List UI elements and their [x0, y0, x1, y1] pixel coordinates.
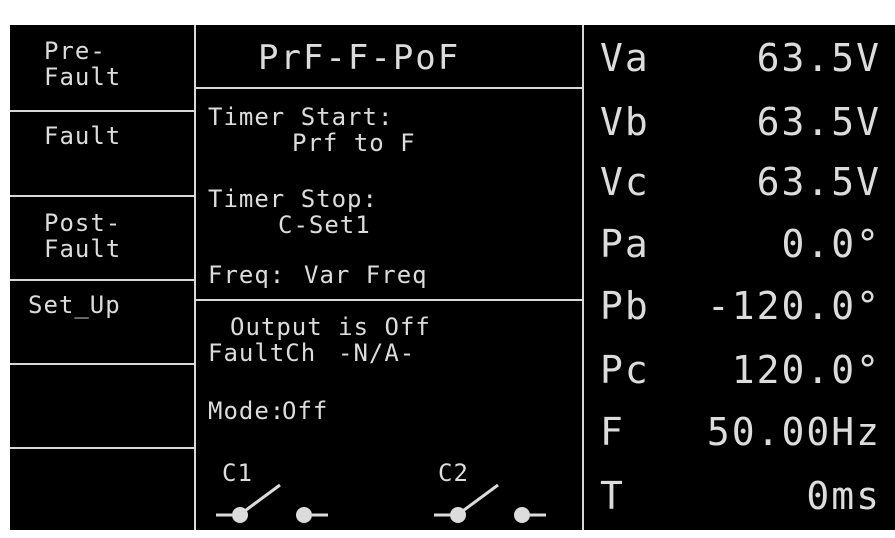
softkey-postfault[interactable]: Post- Fault	[10, 197, 194, 279]
readout-vc: Vc 63.5V	[584, 149, 895, 211]
contact-c1-switch-icon	[216, 483, 328, 523]
timer-stop-label: Timer Stop:	[208, 185, 378, 213]
readout-pb: Pb -120.0°	[584, 273, 895, 335]
readout-f-label: F	[600, 410, 625, 454]
readout-vb: Vb 63.5V	[584, 87, 895, 149]
readout-pa-label: Pa	[600, 222, 650, 266]
mode-label: Mode:	[208, 397, 286, 425]
readout-va-label: Va	[600, 36, 650, 80]
freq-label: Freq:	[208, 261, 286, 289]
softkey-setup-line1: Set_Up	[28, 291, 121, 319]
readout-vb-label: Vb	[600, 100, 650, 144]
readout-pb-label: Pb	[600, 284, 650, 328]
contact-c2-switch-icon	[434, 483, 546, 523]
output-status: Output is Off	[230, 313, 431, 341]
timer-stop-value: C-Set1	[278, 211, 371, 239]
readout-vc-value: 63.5V	[756, 160, 881, 204]
softkey-fault[interactable]: Fault	[10, 112, 194, 195]
readout-va: Va 63.5V	[584, 25, 895, 87]
readout-vc-label: Vc	[600, 160, 650, 204]
softkey-blank-6[interactable]	[10, 449, 194, 530]
sequence-title: PrF-F-PoF	[258, 38, 461, 78]
softkey-postfault-line1: Post-	[44, 209, 122, 237]
timer-start-value: Prf to F	[292, 129, 416, 157]
faultch-label: FaultCh	[208, 339, 317, 367]
readout-f: F 50.00Hz	[584, 397, 895, 459]
readout-t-value: 0ms	[806, 474, 881, 518]
softkey-prefault[interactable]: Pre- Fault	[10, 25, 194, 110]
softkey-prefault-line1: Pre-	[44, 37, 106, 65]
timer-start-label: Timer Start:	[208, 103, 394, 131]
readout-vb-value: 63.5V	[756, 100, 881, 144]
readout-f-value: 50.00Hz	[706, 410, 881, 454]
readout-t-label: T	[600, 474, 625, 518]
softkey-fault-line1: Fault	[44, 122, 122, 150]
readout-pc-value: 120.0°	[731, 348, 881, 392]
softkey-postfault-line2: Fault	[44, 235, 122, 263]
divider-left	[194, 25, 196, 530]
faultch-value: -N/A-	[338, 339, 416, 367]
freq-value: Var Freq	[304, 261, 428, 289]
readout-pa-value: 0.0°	[781, 222, 881, 266]
readout-va-value: 63.5V	[756, 36, 881, 80]
readout-pb-value: -120.0°	[706, 284, 881, 328]
readout-pa: Pa 0.0°	[584, 211, 895, 273]
softkey-prefault-line2: Fault	[44, 63, 122, 91]
readout-t: T 0ms	[584, 459, 895, 530]
divider-output	[196, 299, 582, 301]
instrument-display: Pre- Fault Fault Post- Fault Set_Up PrF-…	[10, 25, 895, 530]
readout-pc: Pc 120.0°	[584, 335, 895, 397]
softkey-blank-5[interactable]	[10, 365, 194, 447]
mode-value: Off	[282, 397, 329, 425]
softkey-setup[interactable]: Set_Up	[10, 281, 194, 363]
divider-title	[196, 87, 582, 89]
readout-pc-label: Pc	[600, 348, 650, 392]
